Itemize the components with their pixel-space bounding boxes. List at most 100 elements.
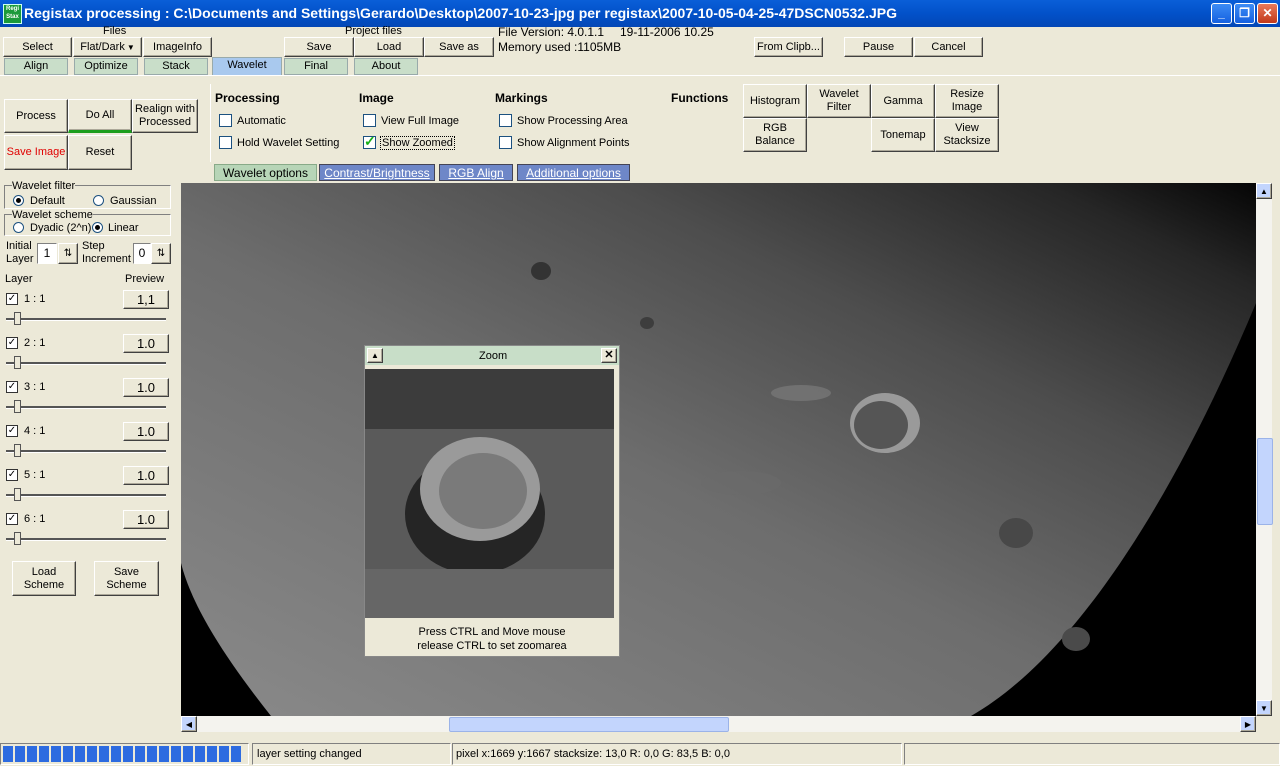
show-area-checkbox[interactable] [499,114,512,127]
subtab-contrast-brightness[interactable]: Contrast/Brightness [319,164,435,181]
automatic-checkbox[interactable] [219,114,232,127]
reset-button[interactable]: Reset [68,135,132,170]
scroll-left-icon[interactable]: ◀ [181,716,197,732]
imageinfo-button[interactable]: ImageInfo [143,37,212,57]
wavelet-filter-label: Wavelet filter [12,180,76,192]
horizontal-scrollbar[interactable]: ◀ ▶ [181,716,1256,732]
realign-button[interactable]: Realign with Processed [132,99,198,133]
default-radio[interactable] [13,195,24,206]
process-button[interactable]: Process [4,99,68,133]
memory-used: Memory used :1105MB [498,40,622,54]
close-icon[interactable]: ✕ [1257,3,1278,24]
processing-title: Processing [215,91,280,105]
project-save-as-button[interactable]: Save as [424,37,494,57]
do-all-button[interactable]: Do All [68,99,132,133]
horizontal-scroll-thumb[interactable] [449,717,729,732]
layer-slider-track[interactable] [6,406,166,409]
dyadic-radio[interactable] [13,222,24,233]
load-scheme-button[interactable]: Load Scheme [12,561,76,596]
layer-preview-button[interactable]: 1.0 [123,422,169,441]
image-view[interactable] [181,183,1256,716]
layer-checkbox[interactable]: ✓ [6,469,18,481]
gamma-button[interactable]: Gamma [871,84,935,118]
from-clipboard-button[interactable]: From Clipb... [754,37,823,57]
show-align-checkbox[interactable] [499,136,512,149]
rgb-balance-button[interactable]: RGB Balance [743,118,807,152]
layer-preview-button[interactable]: 1.0 [123,334,169,353]
progress-block [219,746,229,762]
layer-slider-thumb[interactable] [14,312,21,325]
zoom-close-icon[interactable]: ✕ [601,348,617,363]
progress-block [195,746,205,762]
layer-slider-track[interactable] [6,450,166,453]
layer-checkbox[interactable]: ✓ [6,337,18,349]
initial-layer-input[interactable]: 1 [37,243,57,264]
progress-block [171,746,181,762]
layer-checkbox[interactable]: ✓ [6,425,18,437]
scroll-right-icon[interactable]: ▶ [1240,716,1256,732]
layer-checkbox[interactable]: ✓ [6,381,18,393]
progress-block [3,746,13,762]
tab-about[interactable]: About [354,58,418,75]
layer-slider-track[interactable] [6,318,166,321]
scroll-down-icon[interactable]: ▼ [1256,700,1272,716]
layer-preview-button[interactable]: 1.0 [123,466,169,485]
progress-block [87,746,97,762]
layer-slider-thumb[interactable] [14,400,21,413]
tab-final[interactable]: Final [284,58,348,75]
layer-slider-track[interactable] [6,494,166,497]
step-increment-input[interactable]: 0 [133,243,151,264]
increment-label: Increment [82,253,131,265]
minimize-icon[interactable]: _ [1211,3,1232,24]
show-zoomed-checkbox[interactable]: ✓ [363,133,376,149]
flatdark-button[interactable]: Flat/Dark ▼ [73,37,142,57]
pause-button[interactable]: Pause [844,37,913,57]
subtab-rgb-align[interactable]: RGB Align [439,164,513,181]
layer-slider-track[interactable] [6,538,166,541]
vertical-scrollbar[interactable]: ▲ ▼ [1256,183,1273,716]
project-load-button[interactable]: Load [354,37,424,57]
tab-stack[interactable]: Stack [144,58,208,75]
layer-name: 2 : 1 [24,337,46,349]
resize-image-button[interactable]: Resize Image [935,84,999,118]
zoom-collapse-icon[interactable]: ▲ [367,348,383,363]
layer-slider-thumb[interactable] [14,356,21,369]
progress-block [15,746,25,762]
wavelet-filter-button[interactable]: Wavelet Filter [807,84,871,118]
layer-checkbox[interactable]: ✓ [6,293,18,305]
tonemap-button[interactable]: Tonemap [871,118,935,152]
gaussian-radio[interactable] [93,195,104,206]
select-button[interactable]: Select [3,37,72,57]
tab-optimize[interactable]: Optimize [74,58,138,75]
subtab-wavelet-options[interactable]: Wavelet options [214,164,317,181]
hold-wavelet-checkbox[interactable] [219,136,232,149]
vertical-scroll-thumb[interactable] [1257,438,1273,525]
linear-radio[interactable] [92,222,103,233]
layer-slider-thumb[interactable] [14,444,21,457]
subtab-additional-options[interactable]: Additional options [517,164,630,181]
maximize-icon[interactable]: ❐ [1234,3,1255,24]
save-image-button[interactable]: Save Image [4,135,68,170]
cancel-button[interactable]: Cancel [914,37,983,57]
zoom-window: ▲ Zoom ✕ Press CTRL and Move mouse relea… [364,345,620,657]
layer-preview-button[interactable]: 1,1 [123,290,169,309]
checkmark-icon: ✓ [364,133,376,149]
view-full-checkbox[interactable] [363,114,376,127]
step-increment-spinner-icon[interactable]: ⇅ [151,243,171,264]
automatic-label: Automatic [237,115,286,127]
layer-preview-button[interactable]: 1.0 [123,378,169,397]
layer-slider-thumb[interactable] [14,488,21,501]
project-save-button[interactable]: Save [284,37,354,57]
view-stacksize-button[interactable]: View Stacksize [935,118,999,152]
tab-wavelet[interactable]: Wavelet [212,57,282,75]
histogram-button[interactable]: Histogram [743,84,807,118]
layer-preview-button[interactable]: 1.0 [123,510,169,529]
layer-checkbox[interactable]: ✓ [6,513,18,525]
progress-block [111,746,121,762]
initial-layer-spinner-icon[interactable]: ⇅ [58,243,78,264]
tab-align[interactable]: Align [4,58,68,75]
layer-slider-thumb[interactable] [14,532,21,545]
save-scheme-button[interactable]: Save Scheme [94,561,159,596]
scroll-up-icon[interactable]: ▲ [1256,183,1272,199]
layer-slider-track[interactable] [6,362,166,365]
